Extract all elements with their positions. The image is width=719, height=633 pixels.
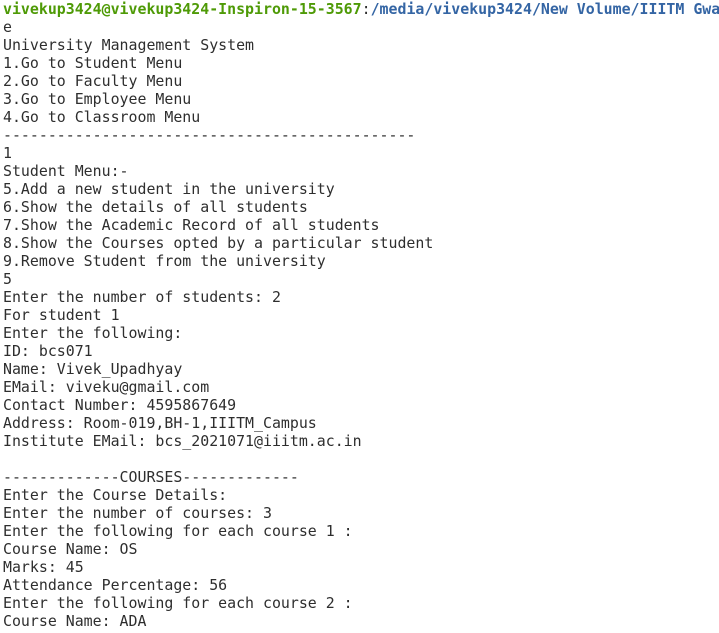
terminal-line: 1.Go to Student Menu (3, 54, 183, 72)
terminal-line: 8.Show the Courses opted by a particular… (3, 234, 434, 252)
terminal-line: 6.Show the details of all students (3, 198, 308, 216)
terminal-line: Marks: 45 (3, 558, 84, 576)
prompt-path: /media/vivekup3424/New Volume/IIITM Gwa (370, 0, 719, 18)
terminal-line: Institute EMail: bcs_2021071@iiitm.ac.in (3, 432, 362, 450)
terminal-line: 1 (3, 144, 12, 162)
terminal-line: For student 1 (3, 306, 120, 324)
terminal-output: University Management System 1.Go to Stud… (3, 36, 719, 630)
terminal-line: 9.Remove Student from the university (3, 252, 326, 270)
terminal-line: ID: bcs071 (3, 342, 93, 360)
terminal-line: 5.Add a new student in the university (3, 180, 335, 198)
terminal-line: Enter the number of students: 2 (3, 288, 281, 306)
terminal-line: Enter the following for each course 1 : (3, 522, 353, 540)
terminal-line: 3.Go to Employee Menu (3, 90, 192, 108)
prompt-user-host: vivekup3424@vivekup3424-Inspiron-15-3567 (3, 0, 362, 18)
terminal-line: Enter the following for each course 2 : (3, 594, 353, 612)
terminal-line: Enter the following: (3, 324, 183, 342)
terminal-line: Contact Number: 4595867649 (3, 396, 237, 414)
terminal-line: Attendance Percentage: 56 (3, 576, 228, 594)
terminal-line: Student Menu:- (3, 162, 129, 180)
terminal-line: -------------COURSES------------- (3, 468, 299, 486)
terminal-line: 4.Go to Classroom Menu (3, 108, 201, 126)
terminal-line: University Management System (3, 36, 255, 54)
terminal-line: Course Name: ADA (3, 612, 147, 630)
terminal-line: ----------------------------------------… (3, 126, 416, 144)
terminal-window[interactable]: vivekup3424@vivekup3424-Inspiron-15-3567… (0, 0, 719, 633)
terminal-line: EMail: viveku@gmail.com (3, 378, 210, 396)
terminal-line: 5 (3, 270, 12, 288)
prompt-line: vivekup3424@vivekup3424-Inspiron-15-3567… (3, 0, 719, 18)
prompt-wrap-line: e (3, 18, 12, 36)
prompt-separator: : (361, 0, 371, 18)
terminal-line: Enter the number of courses: 3 (3, 504, 272, 522)
terminal-line: 2.Go to Faculty Menu (3, 72, 183, 90)
terminal-line: 7.Show the Academic Record of all studen… (3, 216, 380, 234)
terminal-line: Address: Room-019,BH-1,IIITM_Campus (3, 414, 317, 432)
terminal-line: Enter the Course Details: (3, 486, 228, 504)
terminal-line: Course Name: OS (3, 540, 138, 558)
terminal-line: Name: Vivek_Upadhyay (3, 360, 183, 378)
